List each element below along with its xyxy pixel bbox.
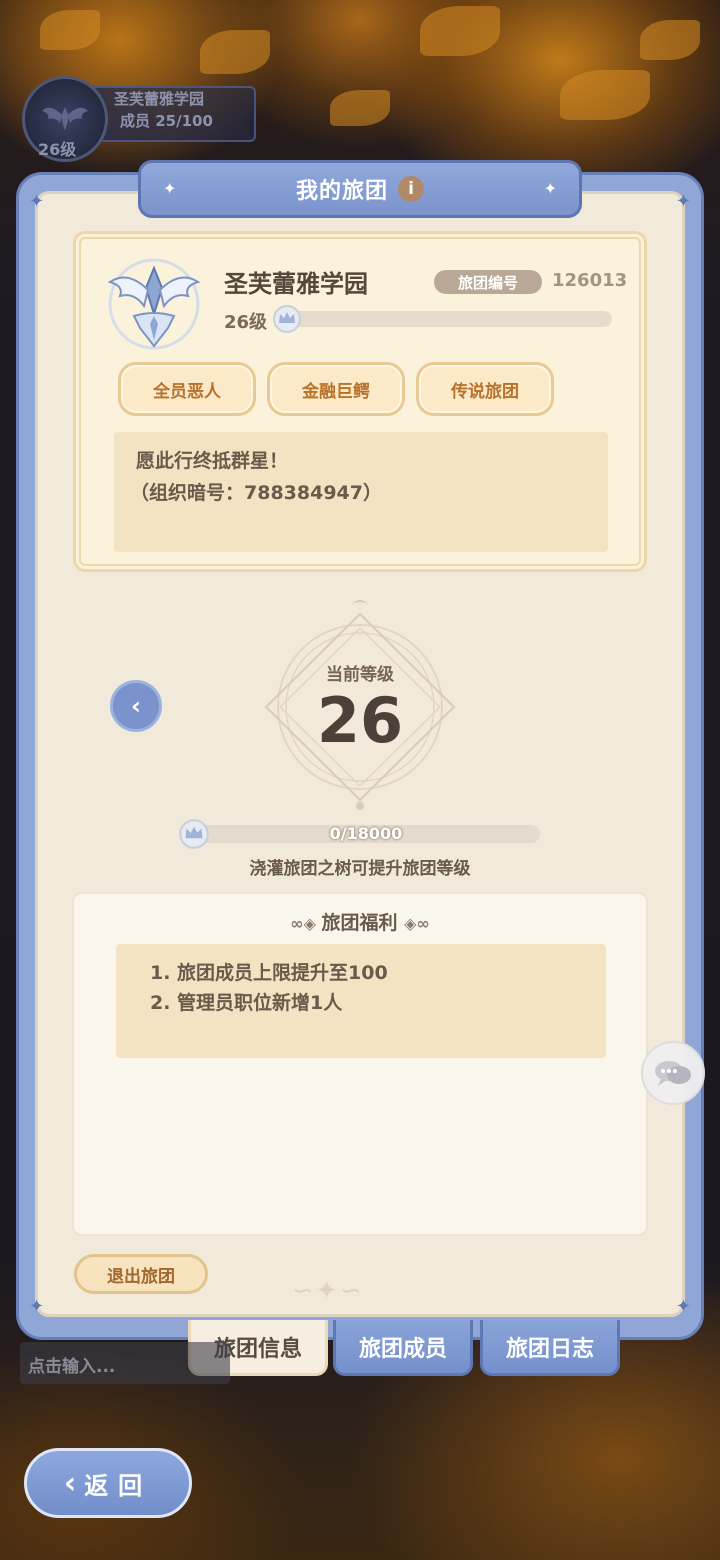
guild-exp-text: 0/18000 (329, 824, 403, 843)
foliage (200, 30, 270, 74)
leave-guild-button[interactable]: 退出旅团 (74, 1254, 208, 1294)
current-level-label: 当前等级 (326, 665, 394, 685)
guild-badge-members: 成员 25/100 (120, 112, 213, 130)
guild-badge-name: 圣芙蕾雅学园 (114, 90, 205, 108)
current-level-value: 26 (316, 684, 404, 757)
star-deco-icon: ✦ (543, 179, 557, 198)
benefits-title: 旅团福利 (321, 912, 398, 934)
ornament-right-icon: ◈∞ (404, 914, 430, 933)
guild-badge[interactable]: 圣芙蕾雅学园 成员 25/100 26级 (8, 72, 256, 162)
ornament-left-icon: ∞◈ (290, 914, 322, 933)
guild-tag: 传说旅团 (416, 362, 554, 416)
back-button[interactable]: ‹ 返回 (24, 1448, 192, 1518)
tab-guild-members[interactable]: 旅团成员 (333, 1320, 473, 1376)
guild-name: 圣芙蕾雅学园 (224, 270, 368, 298)
foliage (330, 90, 390, 126)
star-deco-icon: ✦ (675, 1296, 691, 1317)
star-deco-icon: ✦ (163, 179, 177, 198)
info-icon[interactable]: i (398, 176, 424, 202)
guild-id-value: 126013 (552, 270, 628, 291)
tab-guild-log[interactable]: 旅团日志 (480, 1320, 620, 1376)
star-deco-icon: ✦ (29, 1296, 45, 1317)
foliage (420, 6, 500, 56)
benefit-item: 1. 旅团成员上限提升至100 (150, 962, 388, 984)
chevron-left-icon: ‹ (131, 692, 141, 720)
chat-button[interactable] (641, 1041, 705, 1105)
bottom-ornament-icon: ∽✦∽ (292, 1276, 364, 1306)
guild-tag: 全员恶人 (118, 362, 256, 416)
motto-line: 愿此行终抵群星！ (136, 450, 289, 472)
guild-level-label: 26级 (224, 312, 268, 333)
panel-title-tab: ✦ 我的旅团 i ✦ (138, 160, 582, 218)
crown-icon (179, 819, 209, 849)
benefit-item: 2. 管理员职位新增1人 (150, 992, 343, 1014)
star-deco-icon: ✦ (675, 191, 691, 212)
foliage (560, 70, 650, 120)
guild-badge-level: 26级 (38, 140, 77, 159)
chat-input[interactable]: 点击输入... (20, 1342, 230, 1384)
guild-level-progress-bar (282, 311, 612, 327)
panel-title: 我的旅团 (295, 179, 388, 204)
motto-line: （组织暗号：788384947） (130, 482, 382, 504)
guild-info-card: 圣芙蕾雅学园 旅团编号 126013 26级 全员恶人 金融巨鳄 传说旅团 愿此… (73, 231, 647, 572)
crown-icon (273, 305, 301, 333)
foliage (640, 20, 700, 60)
guild-crest-icon (107, 258, 201, 350)
back-arrow-icon: ‹ (63, 1465, 77, 1501)
guild-tag: 金融巨鳄 (267, 362, 405, 416)
star-deco-icon: ✦ (29, 191, 45, 212)
guild-id-label: 旅团编号 (434, 270, 542, 294)
foliage (40, 10, 100, 50)
back-label: 返回 (84, 1471, 153, 1500)
guild-motto: 愿此行终抵群星！ （组织暗号：788384947） (114, 432, 608, 552)
benefits-title-row: ∞◈ 旅团福利 ◈∞ (74, 908, 646, 935)
level-up-hint: 浇灌旅团之树可提升旅团等级 (249, 859, 471, 879)
chat-icon (655, 1061, 691, 1086)
guild-benefits-panel: ∞◈ 旅团福利 ◈∞ 1. 旅团成员上限提升至100 2. 管理员职位新增1人 (72, 892, 648, 1236)
collapse-arrow-button[interactable]: ‹ (110, 680, 162, 732)
benefits-list: 1. 旅团成员上限提升至100 2. 管理员职位新增1人 (116, 944, 606, 1058)
